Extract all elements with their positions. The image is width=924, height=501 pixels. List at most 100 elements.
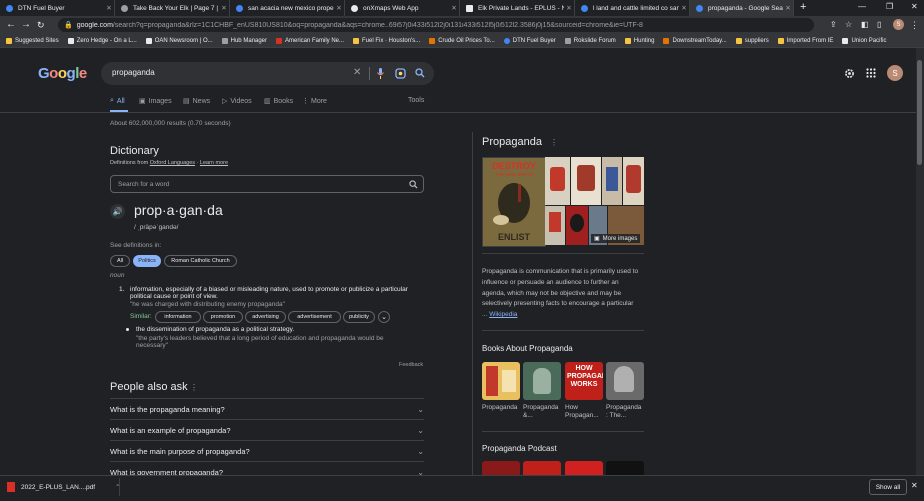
book-cover[interactable]: HOW PROPAGANDA WORKS <box>565 362 603 400</box>
book-title[interactable]: Propaganda: The... <box>606 404 646 420</box>
bookmark-item[interactable]: suppliers <box>735 37 769 44</box>
extensions-icon[interactable]: ◧ <box>861 19 869 31</box>
bookmark-item[interactable]: American Family Ne... <box>276 37 344 44</box>
close-tab-icon[interactable]: ✕ <box>679 4 689 12</box>
microphone-icon[interactable] <box>377 68 384 79</box>
bookmark-item[interactable]: Union Pacific <box>842 37 886 44</box>
podcast-cover[interactable] <box>523 461 561 475</box>
browser-tab[interactable]: onXmaps Web App ✕ <box>345 0 460 16</box>
book-cover[interactable] <box>482 362 520 400</box>
bookmark-item[interactable]: Hunting <box>624 37 654 44</box>
close-tab-icon[interactable]: ✕ <box>449 4 459 12</box>
kp-main-image[interactable]: DESTROY THIS MAD BRUTE ENLIST <box>482 157 546 247</box>
bookmark-item[interactable]: DTN Fuel Buyer <box>503 37 556 44</box>
browser-tab[interactable]: l land and cattle limited co san ✕ <box>575 0 690 16</box>
similar-word-chip[interactable]: promotion <box>203 311 243 323</box>
close-tab-icon[interactable]: ✕ <box>783 4 793 12</box>
book-title[interactable]: Propaganda <box>482 404 522 412</box>
kp-image-tile[interactable] <box>623 157 644 205</box>
tab-images[interactable]: ▣ Images <box>139 97 172 106</box>
kp-image-tile[interactable] <box>571 157 601 205</box>
kp-image-tile[interactable] <box>602 157 622 205</box>
browser-tab-active[interactable]: propaganda - Google Search✕ <box>690 0 794 16</box>
more-images-button[interactable]: ▣ More images <box>591 234 641 243</box>
account-avatar[interactable]: S <box>887 65 903 81</box>
browser-tab[interactable]: san acacia new mexico property ✕ <box>230 0 345 16</box>
tab-videos[interactable]: ▷ Videos <box>222 97 252 106</box>
word-search-field[interactable]: Search for a word <box>110 175 424 193</box>
settings-gear-icon[interactable] <box>844 68 855 79</box>
tab-books[interactable]: ▥ Books <box>264 97 293 106</box>
bookmark-item[interactable]: Hub Manager <box>221 37 267 44</box>
feedback-link[interactable]: Feedback <box>399 362 423 368</box>
similar-word-chip[interactable]: information <box>155 311 201 323</box>
sidebar-icon[interactable]: ▯ <box>877 19 881 31</box>
browser-tab[interactable]: Elk Private Lands - EPLUS - New✕ <box>460 0 575 16</box>
clear-search-icon[interactable]: ✕ <box>353 67 361 78</box>
book-title[interactable]: How Propagan... <box>565 404 605 420</box>
bookmark-item[interactable]: Rokslide Forum <box>564 37 616 44</box>
download-item[interactable]: 2022_E-PLUS_LAN....pdf ⌃ <box>7 480 121 494</box>
expand-chevron-icon[interactable]: ⌄ <box>378 311 390 323</box>
search-box[interactable]: propaganda ✕ <box>101 62 434 85</box>
maximize-icon[interactable]: ❐ <box>886 2 893 11</box>
search-query[interactable]: propaganda <box>112 68 155 77</box>
browser-tab[interactable]: DTN Fuel Buyer ✕ <box>0 0 115 16</box>
learn-more-link[interactable]: Learn more <box>200 160 228 166</box>
book-cover[interactable] <box>606 362 644 400</box>
minimize-icon[interactable]: — <box>858 2 866 11</box>
google-logo[interactable]: Google <box>38 65 87 82</box>
kp-image-tile[interactable] <box>545 157 570 205</box>
close-tab-icon[interactable]: ✕ <box>564 4 574 12</box>
bookmark-item[interactable]: Imported From IE <box>777 37 833 44</box>
speaker-icon[interactable]: 🔊 <box>110 204 125 219</box>
book-title[interactable]: Propaganda &... <box>523 404 563 420</box>
lens-camera-icon[interactable] <box>395 68 406 79</box>
tab-news[interactable]: ▤ News <box>183 97 210 106</box>
search-icon[interactable] <box>415 68 425 78</box>
paa-question[interactable]: What is the main purpose of propaganda? ⌄ <box>110 441 424 462</box>
show-all-button[interactable]: Show all <box>869 479 907 495</box>
more-vert-icon[interactable]: ⋮ <box>190 383 198 392</box>
oxford-link[interactable]: Oxford Languages <box>150 160 195 166</box>
scrollbar-thumb[interactable] <box>917 60 922 165</box>
close-tab-icon[interactable]: ✕ <box>104 4 114 12</box>
profile-avatar[interactable]: S <box>893 19 904 30</box>
podcast-cover[interactable] <box>606 461 644 475</box>
search-icon[interactable] <box>409 180 418 189</box>
bookmark-item[interactable]: DownstreamToday... <box>663 37 727 44</box>
similar-word-chip[interactable]: publicity <box>343 311 375 323</box>
tools-button[interactable]: Tools <box>408 97 424 104</box>
apps-grid-icon[interactable] <box>866 68 876 78</box>
tab-more[interactable]: ⋮ More <box>302 97 327 106</box>
filter-chip-all[interactable]: All <box>110 255 130 267</box>
bookmark-item[interactable]: OAN Newsroom | O... <box>145 37 213 44</box>
similar-word-chip[interactable]: advertisement <box>288 311 341 323</box>
close-shelf-icon[interactable]: ✕ <box>911 481 918 490</box>
book-cover[interactable] <box>523 362 561 400</box>
wikipedia-link[interactable]: Wikipedia <box>489 311 517 318</box>
filter-chip-roman-catholic-church[interactable]: Roman Catholic Church <box>164 255 237 267</box>
back-icon[interactable]: ← <box>6 19 16 31</box>
reload-icon[interactable]: ↻ <box>37 19 45 31</box>
more-vert-icon[interactable]: ⋮ <box>550 138 558 147</box>
similar-word-chip[interactable]: advertising <box>245 311 286 323</box>
close-window-icon[interactable]: ✕ <box>911 2 918 11</box>
address-bar[interactable]: 🔒 google.com/search?q=propaganda&rlz=1C1… <box>58 18 814 32</box>
tab-all[interactable]: ⌕ All <box>110 97 125 105</box>
bookmark-item[interactable]: Fuel Fix · Houston's... <box>353 37 420 44</box>
share-icon[interactable]: ⇪ <box>830 19 837 31</box>
forward-icon[interactable]: → <box>21 19 31 31</box>
filter-chip-politics[interactable]: Politics <box>133 255 161 267</box>
bookmark-item[interactable]: Crude Oil Prices To... <box>429 37 495 44</box>
kp-image-tile[interactable] <box>545 206 565 245</box>
close-tab-icon[interactable]: ✕ <box>219 4 229 12</box>
paa-question[interactable]: What is an example of propaganda? ⌄ <box>110 420 424 441</box>
browser-tab[interactable]: Take Back Your Elk | Page 7 | Hu ✕ <box>115 0 230 16</box>
podcast-cover[interactable] <box>482 461 520 475</box>
podcast-cover[interactable] <box>565 461 603 475</box>
bookmark-item[interactable]: Suggested Sites <box>6 37 59 44</box>
paa-question[interactable]: What is the propaganda meaning? ⌄ <box>110 399 424 420</box>
menu-kebab-icon[interactable]: ⋮ <box>910 19 919 31</box>
close-tab-icon[interactable]: ✕ <box>334 4 344 12</box>
